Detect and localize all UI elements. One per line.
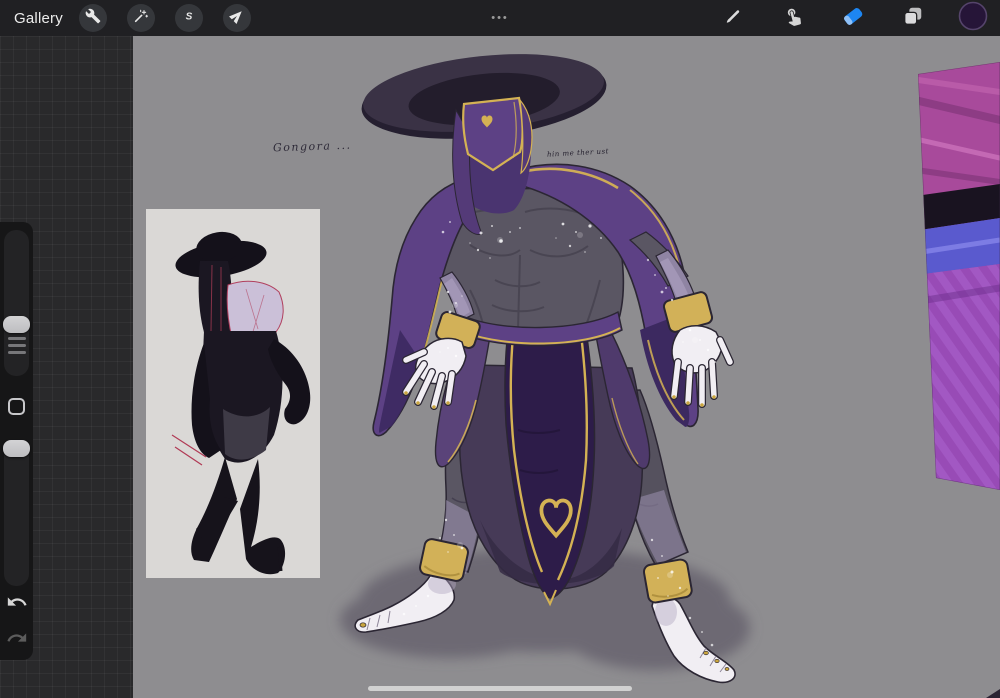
transform-arrow-icon (228, 8, 245, 29)
character-artwork (340, 54, 1000, 698)
color-swatch (958, 1, 988, 36)
smudge-button[interactable] (776, 3, 810, 33)
procreate-window: Gallery S ••• Gongora ... hin me ther us… (0, 0, 1000, 698)
slider-grip-lines (8, 337, 26, 340)
slider-grip-lines (8, 344, 26, 347)
selection-s-icon: S (181, 8, 197, 29)
paintbrush-icon (723, 6, 743, 31)
opacity-slider[interactable] (4, 440, 29, 586)
slider-grip-lines (8, 351, 26, 354)
home-indicator-bar[interactable] (368, 686, 632, 691)
color-button[interactable] (956, 1, 990, 36)
adjustments-button[interactable] (126, 4, 155, 32)
brush-sidebar (0, 222, 33, 660)
selection-button[interactable]: S (174, 4, 203, 32)
photo-corner-peek (986, 689, 1000, 698)
redo-button[interactable] (5, 628, 29, 652)
actions-button[interactable] (78, 4, 107, 32)
undo-button[interactable] (5, 592, 29, 616)
brush-size-knob[interactable] (3, 316, 30, 333)
erase-button[interactable] (836, 3, 870, 33)
svg-text:S: S (186, 11, 193, 22)
modify-button[interactable] (8, 398, 25, 415)
redo-icon (6, 627, 28, 654)
opacity-knob[interactable] (3, 440, 30, 457)
magic-wand-icon (133, 8, 149, 29)
smudge-finger-icon (783, 6, 803, 31)
transform-button[interactable] (222, 4, 251, 32)
paint-button[interactable] (716, 3, 750, 33)
top-toolbar: Gallery S ••• (0, 0, 1000, 36)
gallery-button[interactable]: Gallery (0, 10, 79, 27)
drawing-canvas[interactable]: Gongora ... hin me ther ust (133, 36, 1000, 698)
brush-size-slider[interactable] (4, 230, 29, 376)
layers-button[interactable] (896, 3, 930, 33)
side-photo (918, 62, 1000, 490)
handwritten-title: Gongora ... (272, 138, 352, 155)
layers-icon (902, 5, 924, 32)
paint-tools-group (690, 1, 990, 36)
wrench-icon (85, 8, 101, 29)
eraser-icon (841, 5, 865, 32)
undo-icon (6, 591, 28, 618)
